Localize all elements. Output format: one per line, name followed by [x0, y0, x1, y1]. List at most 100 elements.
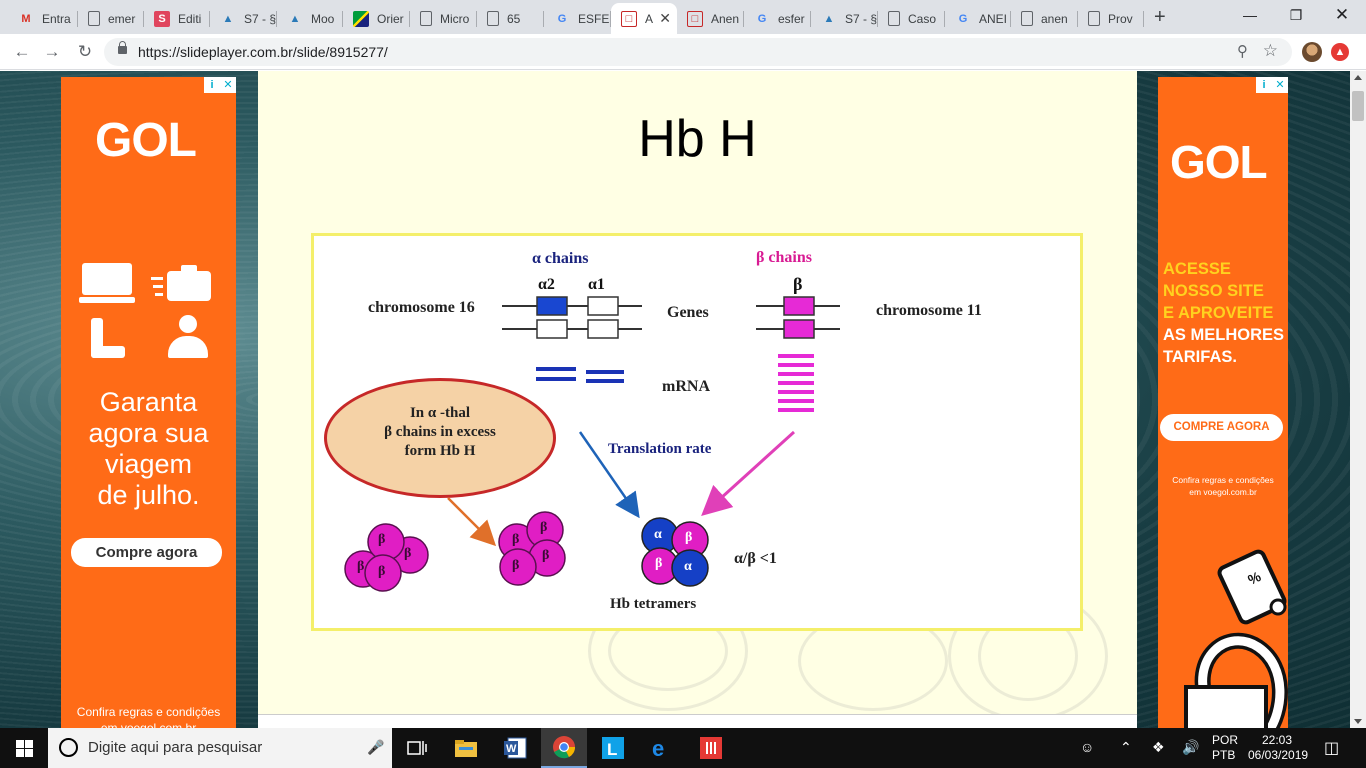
tab-label: esfer: [778, 11, 805, 26]
ad-close-icon[interactable]: ✕: [1272, 77, 1288, 93]
windows-start-icon[interactable]: [16, 740, 33, 757]
edge-icon[interactable]: e: [639, 728, 685, 768]
browser-tab[interactable]: Caso: [878, 3, 945, 34]
document-icon: [888, 11, 900, 26]
bubble-arrow: [447, 497, 497, 547]
hb-h-diagram: α chains β chains α2 α1 β chromosome 16 …: [311, 233, 1083, 631]
zoom-icon[interactable]: ⚲: [1237, 42, 1248, 60]
tab-label: Editi: [178, 11, 202, 26]
lock-icon: [118, 41, 127, 54]
ad-choices[interactable]: i ✕: [1256, 77, 1288, 93]
gmail-icon: M: [21, 12, 31, 25]
restore-button[interactable]: ❐: [1273, 4, 1319, 26]
left-ad-buy-button[interactable]: Compre agora: [71, 538, 222, 567]
google-icon: G: [757, 12, 767, 25]
browser-tab[interactable]: □ Anen: [677, 3, 744, 34]
ad-feature-icons: [79, 263, 219, 363]
gol-logo: GOL: [1170, 136, 1268, 188]
browser-tab[interactable]: M Entra: [8, 3, 78, 34]
slide: Hb H α chains β chains α2 α1 β chromosom…: [258, 71, 1137, 714]
l-app-icon[interactable]: L: [590, 728, 636, 768]
browser-tab[interactable]: anen: [1011, 3, 1078, 34]
browser-tab[interactable]: Gesfer: [744, 3, 811, 34]
slideplayer-icon: □: [621, 10, 637, 27]
document-icon: [420, 11, 432, 26]
tab-strip: M Entra emer S Editi ▲ S7 - § ▲ Moo Orier Micro 65 G…: [0, 0, 1366, 34]
google-icon: G: [958, 12, 968, 25]
file-explorer-icon[interactable]: [443, 728, 489, 768]
ad-info-icon[interactable]: i: [204, 77, 220, 93]
people-icon[interactable]: ☺: [1080, 739, 1094, 755]
bookmark-star-icon[interactable]: ☆: [1263, 41, 1278, 61]
profile-avatar[interactable]: [1302, 42, 1322, 62]
tab-label: anen: [1041, 11, 1068, 26]
tab-label: 65: [507, 11, 521, 26]
browser-tab[interactable]: Micro: [410, 3, 477, 34]
right-ad-banner[interactable]: i ✕ GOL ACESSE NOSSO SITE E APROVEITE AS…: [1158, 77, 1288, 728]
alpha-translation-arrow: [578, 431, 640, 519]
chrome-icon[interactable]: [541, 728, 587, 768]
chevron-up-icon[interactable]: ⌃: [1120, 739, 1132, 756]
svg-text:W: W: [506, 743, 517, 755]
beta-subunit-symbol: β: [540, 520, 548, 535]
browser-tab[interactable]: G ANEI: [945, 3, 1011, 34]
address-bar[interactable]: https://slideplayer.com.br/slide/8915277…: [104, 38, 1292, 66]
document-icon: [487, 11, 499, 26]
ad-info-icon[interactable]: i: [1256, 77, 1272, 93]
tab-label: Caso: [908, 11, 937, 26]
scroll-down-icon[interactable]: [1354, 719, 1362, 724]
right-ad-buy-button[interactable]: COMPRE AGORA: [1160, 414, 1283, 441]
close-window-button[interactable]: ✕: [1319, 4, 1365, 26]
slide-title: Hb H: [638, 110, 757, 168]
svg-text:e: e: [652, 736, 664, 760]
tab-label: Entra: [42, 11, 71, 26]
dropbox-icon[interactable]: ❖: [1152, 739, 1165, 756]
tab-label: ESFER: [578, 11, 611, 26]
microphone-icon[interactable]: 🎤: [367, 739, 384, 756]
new-tab-button[interactable]: +: [1154, 6, 1166, 29]
tab-label: S7 - §: [244, 11, 277, 26]
browser-tab[interactable]: 65: [477, 3, 544, 34]
scroll-thumb[interactable]: [1352, 91, 1364, 121]
moodle-icon: ▲: [289, 12, 301, 25]
beta-translation-arrow: [701, 430, 796, 517]
browser-tab[interactable]: ▲ S7 - §: [811, 3, 878, 34]
browser-toolbar: ← → ↻ https://slideplayer.com.br/slide/8…: [0, 34, 1366, 70]
reload-button[interactable]: ↻: [73, 40, 97, 64]
slide-controls-bar: [258, 714, 1137, 728]
task-view-icon[interactable]: [394, 728, 440, 768]
taskbar-search-box[interactable]: Digite aqui para pesquisar 🎤: [48, 728, 392, 768]
word-icon[interactable]: W: [492, 728, 538, 768]
volume-icon[interactable]: 🔊: [1182, 739, 1199, 756]
language-indicator[interactable]: POR PTB: [1212, 733, 1238, 763]
notifications-icon[interactable]: ◫: [1324, 738, 1339, 758]
ad-choices[interactable]: i ✕: [204, 77, 236, 93]
red-app-icon[interactable]: [688, 728, 734, 768]
ad-tagline: Garanta agora sua viagem de julho.: [88, 387, 209, 510]
browser-tab[interactable]: G ESFER: [544, 3, 611, 34]
left-ad-banner[interactable]: i ✕ GOL Garanta agora sua viagem de julh…: [61, 77, 236, 728]
beta-subunit-symbol: β: [357, 559, 365, 574]
scroll-up-icon[interactable]: [1354, 75, 1362, 80]
browser-tab[interactable]: ▲ Moo: [277, 3, 343, 34]
tab-label: S7 - §: [845, 11, 878, 26]
document-icon: [1021, 11, 1033, 26]
browser-tab[interactable]: S Editi: [144, 3, 210, 34]
extension-icon[interactable]: ▲: [1331, 43, 1349, 61]
browser-tab[interactable]: emer: [78, 3, 144, 34]
forward-button[interactable]: →: [40, 40, 64, 64]
browser-tab[interactable]: ▲ S7 - §: [210, 3, 277, 34]
s-icon: S: [154, 10, 170, 27]
browser-tab[interactable]: Prov: [1078, 3, 1144, 34]
browser-tab[interactable]: □ A ✕: [611, 3, 677, 34]
page-scrollbar[interactable]: [1350, 71, 1366, 728]
back-button[interactable]: ←: [10, 40, 34, 64]
browser-tab[interactable]: Orier: [343, 3, 410, 34]
clock[interactable]: 22:03 06/03/2019: [1248, 733, 1308, 763]
minimize-button[interactable]: —: [1227, 4, 1273, 26]
chromosome-16-lines: [502, 296, 642, 339]
hb-tetramer-mixed: [641, 517, 709, 587]
url-text: https://slideplayer.com.br/slide/8915277…: [138, 44, 388, 60]
ad-close-icon[interactable]: ✕: [220, 77, 236, 93]
close-tab-icon[interactable]: ✕: [655, 10, 671, 27]
